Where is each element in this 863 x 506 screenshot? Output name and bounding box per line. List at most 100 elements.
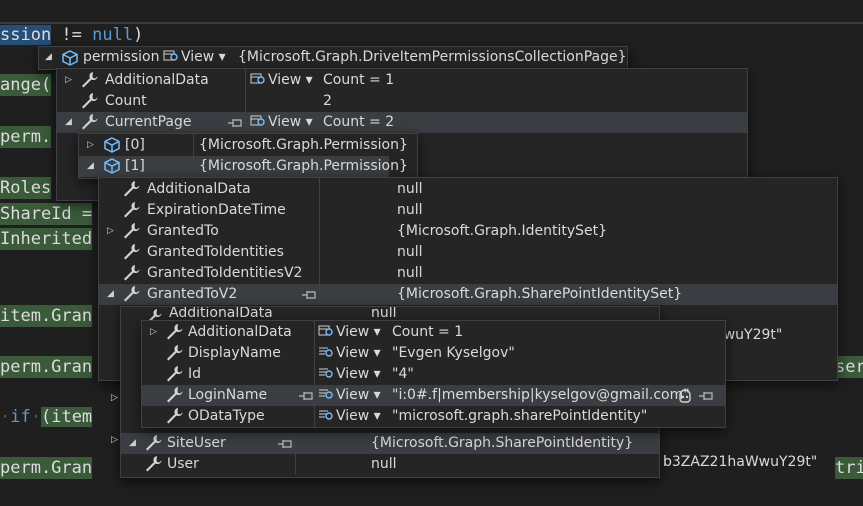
property-name: ExpirationDateTime xyxy=(147,202,286,218)
property-value: Count = 2 xyxy=(323,114,395,130)
item-value: {Microsoft.Graph.Permission} xyxy=(199,158,408,174)
property-wrench-icon xyxy=(82,93,98,109)
property-value: "Evgen Kyselgov" xyxy=(392,345,515,361)
column-divider[interactable] xyxy=(319,178,320,305)
collection-item-row[interactable]: ▷ [0] {Microsoft.Graph.Permission} xyxy=(79,135,417,156)
code-token: != xyxy=(51,25,93,45)
property-name: ODataType xyxy=(188,408,265,424)
property-name: LoginName xyxy=(188,387,268,403)
property-wrench-icon xyxy=(167,324,183,340)
truncated-value: b3ZAZ21haWwuY29t" xyxy=(663,454,818,470)
pin-icon[interactable] xyxy=(277,439,293,449)
property-row-selected[interactable]: ◢ GrantedToV2 {Microsoft.Graph.SharePoin… xyxy=(99,284,837,305)
property-value: Count = 1 xyxy=(392,324,464,340)
column-divider[interactable] xyxy=(314,321,315,427)
property-wrench-icon xyxy=(124,286,140,302)
column-divider[interactable] xyxy=(193,134,194,178)
expand-arrow-icon[interactable]: ▷ xyxy=(150,322,157,343)
datatip-current-page: ▷ [0] {Microsoft.Graph.Permission} ◢ [1]… xyxy=(78,133,418,179)
code-line[interactable]: ange( xyxy=(0,74,52,96)
visualizer-view-button[interactable]: View ▾ xyxy=(318,385,381,406)
text-visualizer-icon xyxy=(319,389,333,399)
property-row[interactable]: ▷ AdditionalData View ▾ Count = 1 xyxy=(142,322,725,343)
code-line[interactable]: perm.Gran xyxy=(0,356,93,378)
collapse-arrow-icon[interactable]: ◢ xyxy=(65,112,72,133)
item-value: {Microsoft.Graph.Permission} xyxy=(199,137,408,153)
property-row[interactable]: GrantedToIdentitiesV2 null xyxy=(99,263,837,284)
datatip-root: ◢ permission View ▾ {Microsoft.Graph.Dri… xyxy=(38,46,628,70)
code-token: (item xyxy=(40,407,93,427)
property-wrench-icon xyxy=(148,309,162,321)
code-line[interactable]: ser xyxy=(835,356,863,378)
visualizer-icon xyxy=(250,115,265,126)
code-line[interactable]: item.Gran xyxy=(0,305,93,327)
property-value: {Microsoft.Graph.IdentitySet} xyxy=(397,223,608,239)
property-row-selected[interactable]: LoginName View ▾ "i:0#.f|membership|kyse… xyxy=(142,385,725,406)
visualizer-icon xyxy=(318,325,333,336)
property-wrench-icon xyxy=(146,435,162,451)
visualizer-view-button[interactable]: View ▾ xyxy=(318,364,381,385)
code-line[interactable]: ·if·(item xyxy=(0,406,93,428)
visualizer-view-button[interactable]: View ▾ xyxy=(318,322,381,343)
collection-item-row-selected[interactable]: ◢ [1] {Microsoft.Graph.Permission} xyxy=(79,156,408,177)
property-row-selected[interactable]: ◢ CurrentPage View ▾ Count = 2 xyxy=(57,112,747,133)
datatip-user-props: ▷ AdditionalData View ▾ Count = 1 Displa… xyxy=(141,320,726,428)
column-divider[interactable] xyxy=(245,69,246,133)
property-wrench-icon xyxy=(167,345,183,361)
pin-icon[interactable] xyxy=(227,118,243,128)
property-row[interactable]: ▷ GrantedTo {Microsoft.Graph.IdentitySet… xyxy=(99,221,837,242)
collapse-arrow-icon[interactable]: ◢ xyxy=(107,284,114,305)
property-name: Id xyxy=(188,366,202,382)
view-label: View xyxy=(268,72,302,88)
property-row[interactable]: ExpirationDateTime null xyxy=(99,200,837,221)
visualizer-icon xyxy=(250,73,265,84)
expand-arrow-icon[interactable]: ▷ xyxy=(111,393,118,403)
column-divider[interactable] xyxy=(295,433,296,475)
visualizer-view-button[interactable]: View ▾ xyxy=(318,406,381,427)
property-wrench-icon xyxy=(124,181,140,197)
code-line[interactable]: perm. xyxy=(0,126,52,148)
property-row[interactable]: AdditionalData null xyxy=(99,179,837,200)
code-line[interactable]: tri xyxy=(835,457,863,479)
property-value: "4" xyxy=(392,366,414,382)
property-wrench-icon xyxy=(124,244,140,260)
property-wrench-icon xyxy=(146,456,162,472)
visualizer-view-button[interactable]: View ▾ xyxy=(250,70,313,91)
property-row[interactable]: ▷ AdditionalData View ▾ Count = 1 xyxy=(57,70,747,91)
property-row-selected[interactable]: ◢ SiteUser {Microsoft.Graph.SharePointId… xyxy=(121,433,659,454)
property-name: GrantedToIdentities xyxy=(147,244,284,260)
visualizer-view-button[interactable]: View ▾ xyxy=(163,49,226,65)
pin-icon[interactable] xyxy=(301,290,317,300)
collapse-arrow-icon[interactable]: ◢ xyxy=(45,52,52,62)
pin-icon[interactable] xyxy=(298,391,314,401)
pin-icon[interactable] xyxy=(698,391,714,401)
code-line[interactable]: perm.Gran xyxy=(0,457,93,479)
property-row[interactable]: Id View ▾ "4" xyxy=(142,364,725,385)
collapse-arrow-icon[interactable]: ◢ xyxy=(129,433,136,454)
code-line[interactable]: ShareId = xyxy=(0,203,93,225)
property-row[interactable]: DisplayName View ▾ "Evgen Kyselgov" xyxy=(142,343,725,364)
property-row[interactable]: GrantedToIdentities null xyxy=(99,242,837,263)
expand-arrow-icon[interactable]: ▷ xyxy=(111,435,118,445)
copilot-icon[interactable] xyxy=(676,387,694,405)
property-value: Count = 1 xyxy=(323,72,395,88)
property-name: AdditionalData xyxy=(169,307,273,321)
expand-arrow-icon[interactable]: ▷ xyxy=(65,70,72,91)
root-value: {Microsoft.Graph.DriveItemPermissionsCol… xyxy=(238,49,627,65)
expand-arrow-icon[interactable]: ▷ xyxy=(107,221,114,242)
property-row[interactable]: User null xyxy=(121,454,659,475)
property-row[interactable]: Count 2 xyxy=(57,91,747,112)
visualizer-view-button[interactable]: View ▾ xyxy=(250,112,313,133)
property-row[interactable]: ODataType View ▾ "microsoft.graph.shareP… xyxy=(142,406,725,427)
object-cube-icon xyxy=(104,158,120,174)
property-wrench-icon xyxy=(124,223,140,239)
visualizer-view-button[interactable]: View ▾ xyxy=(318,343,381,364)
property-value: null xyxy=(397,265,423,281)
code-line[interactable]: Inherited xyxy=(0,228,93,250)
code-line[interactable]: Roles xyxy=(0,177,52,199)
property-row[interactable]: AdditionalData null xyxy=(121,307,659,321)
expand-arrow-icon[interactable]: ▷ xyxy=(87,135,94,156)
whitespace-dot: · xyxy=(30,407,41,427)
collapse-arrow-icon[interactable]: ◢ xyxy=(87,156,94,177)
code-line[interactable]: ssion != null) xyxy=(0,24,143,46)
